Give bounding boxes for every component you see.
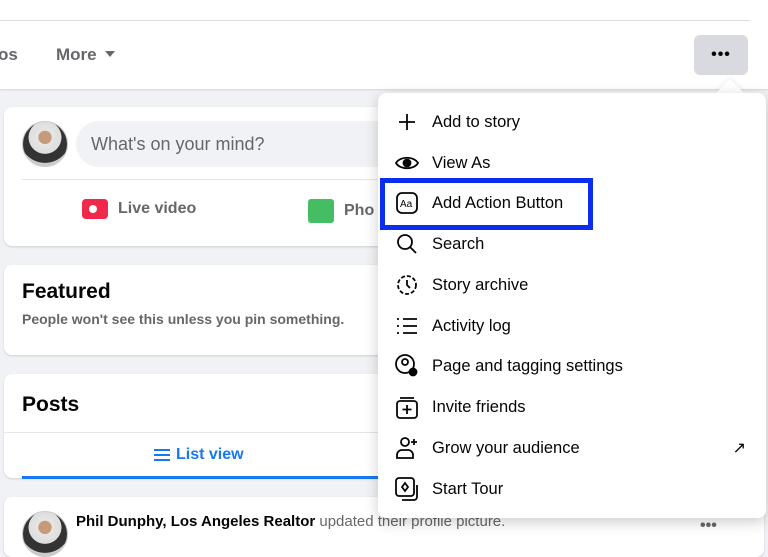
list-icon [395, 314, 419, 338]
list-view-label: List view [176, 446, 244, 463]
tab-list-view[interactable]: List view [154, 446, 244, 464]
menu-item-activity-log[interactable]: Activity log [378, 306, 766, 346]
external-link-icon: ↗ [732, 440, 746, 457]
menu-item-story-archive[interactable]: Story archive [378, 265, 766, 305]
active-tab-indicator [22, 476, 382, 479]
tab-more[interactable]: More [56, 45, 115, 65]
svg-text:Aa: Aa [400, 199, 413, 210]
action-button-icon: Aa [395, 191, 419, 215]
featured-card: Featured People won't see this unless yo… [4, 265, 404, 355]
eye-icon [395, 151, 419, 175]
profile-header: os More ••• [0, 0, 768, 89]
menu-item-start-tour[interactable]: Start Tour [378, 469, 766, 509]
list-icon [154, 449, 170, 461]
post-options-button[interactable]: ••• [700, 517, 717, 535]
tab-videos[interactable]: os [0, 45, 18, 65]
menu-item-label: Story archive [432, 275, 529, 294]
clock-icon [395, 273, 419, 297]
add-person-icon [395, 436, 419, 460]
featured-title: Featured [22, 280, 111, 303]
photo-icon [308, 199, 334, 223]
divider [22, 179, 412, 180]
post-author[interactable]: Phil Dunphy, Los Angeles Realtor [76, 513, 315, 530]
composer-card: What's on your mind? Live video Pho [4, 107, 416, 246]
invite-icon [395, 395, 419, 419]
photo-button[interactable]: Pho [308, 199, 374, 223]
menu-item-page-tagging-settings[interactable]: Page and tagging settings [378, 346, 766, 386]
menu-item-label: Invite friends [432, 397, 526, 416]
live-video-label: Live video [118, 200, 197, 217]
menu-item-label: Grow your audience [432, 438, 580, 457]
menu-item-label: Page and tagging settings [432, 356, 623, 375]
posts-title: Posts [22, 393, 80, 416]
menu-item-label: Start Tour [432, 479, 504, 498]
menu-item-label: Add Action Button [432, 193, 564, 212]
menu-item-label: View As [432, 153, 491, 172]
menu-item-label: Search [432, 234, 485, 253]
divider [4, 432, 404, 433]
menu-item-label: Activity log [432, 316, 511, 335]
composer-input[interactable]: What's on your mind? [76, 121, 416, 167]
plus-icon [395, 110, 419, 134]
menu-item-grow-audience[interactable]: Grow your audience ↗ [378, 428, 766, 468]
avatar[interactable] [22, 121, 68, 167]
divider [0, 20, 750, 21]
live-video-button[interactable]: Live video [82, 199, 196, 219]
menu-item-label: Add to story [432, 112, 521, 131]
menu-item-invite-friends[interactable]: Invite friends [378, 387, 766, 427]
tour-icon [395, 477, 419, 501]
posts-card: Posts List view [4, 374, 404, 479]
more-options-menu: Add to story View As Aa Add Action Butto… [378, 93, 766, 518]
more-options-button[interactable]: ••• [694, 35, 748, 75]
avatar[interactable] [22, 511, 68, 557]
menu-item-add-action-button[interactable]: Aa Add Action Button [378, 183, 766, 223]
tab-more-label: More [56, 45, 97, 64]
live-video-icon [82, 199, 108, 219]
menu-item-add-to-story[interactable]: Add to story [378, 102, 766, 142]
user-gear-icon [395, 354, 419, 378]
menu-item-search[interactable]: Search [378, 224, 766, 264]
photo-label: Pho [344, 202, 375, 219]
menu-item-view-as[interactable]: View As [378, 143, 766, 183]
caret-down-icon [104, 51, 115, 57]
featured-subtitle: People won't see this unless you pin som… [22, 311, 345, 327]
search-icon [395, 232, 419, 256]
